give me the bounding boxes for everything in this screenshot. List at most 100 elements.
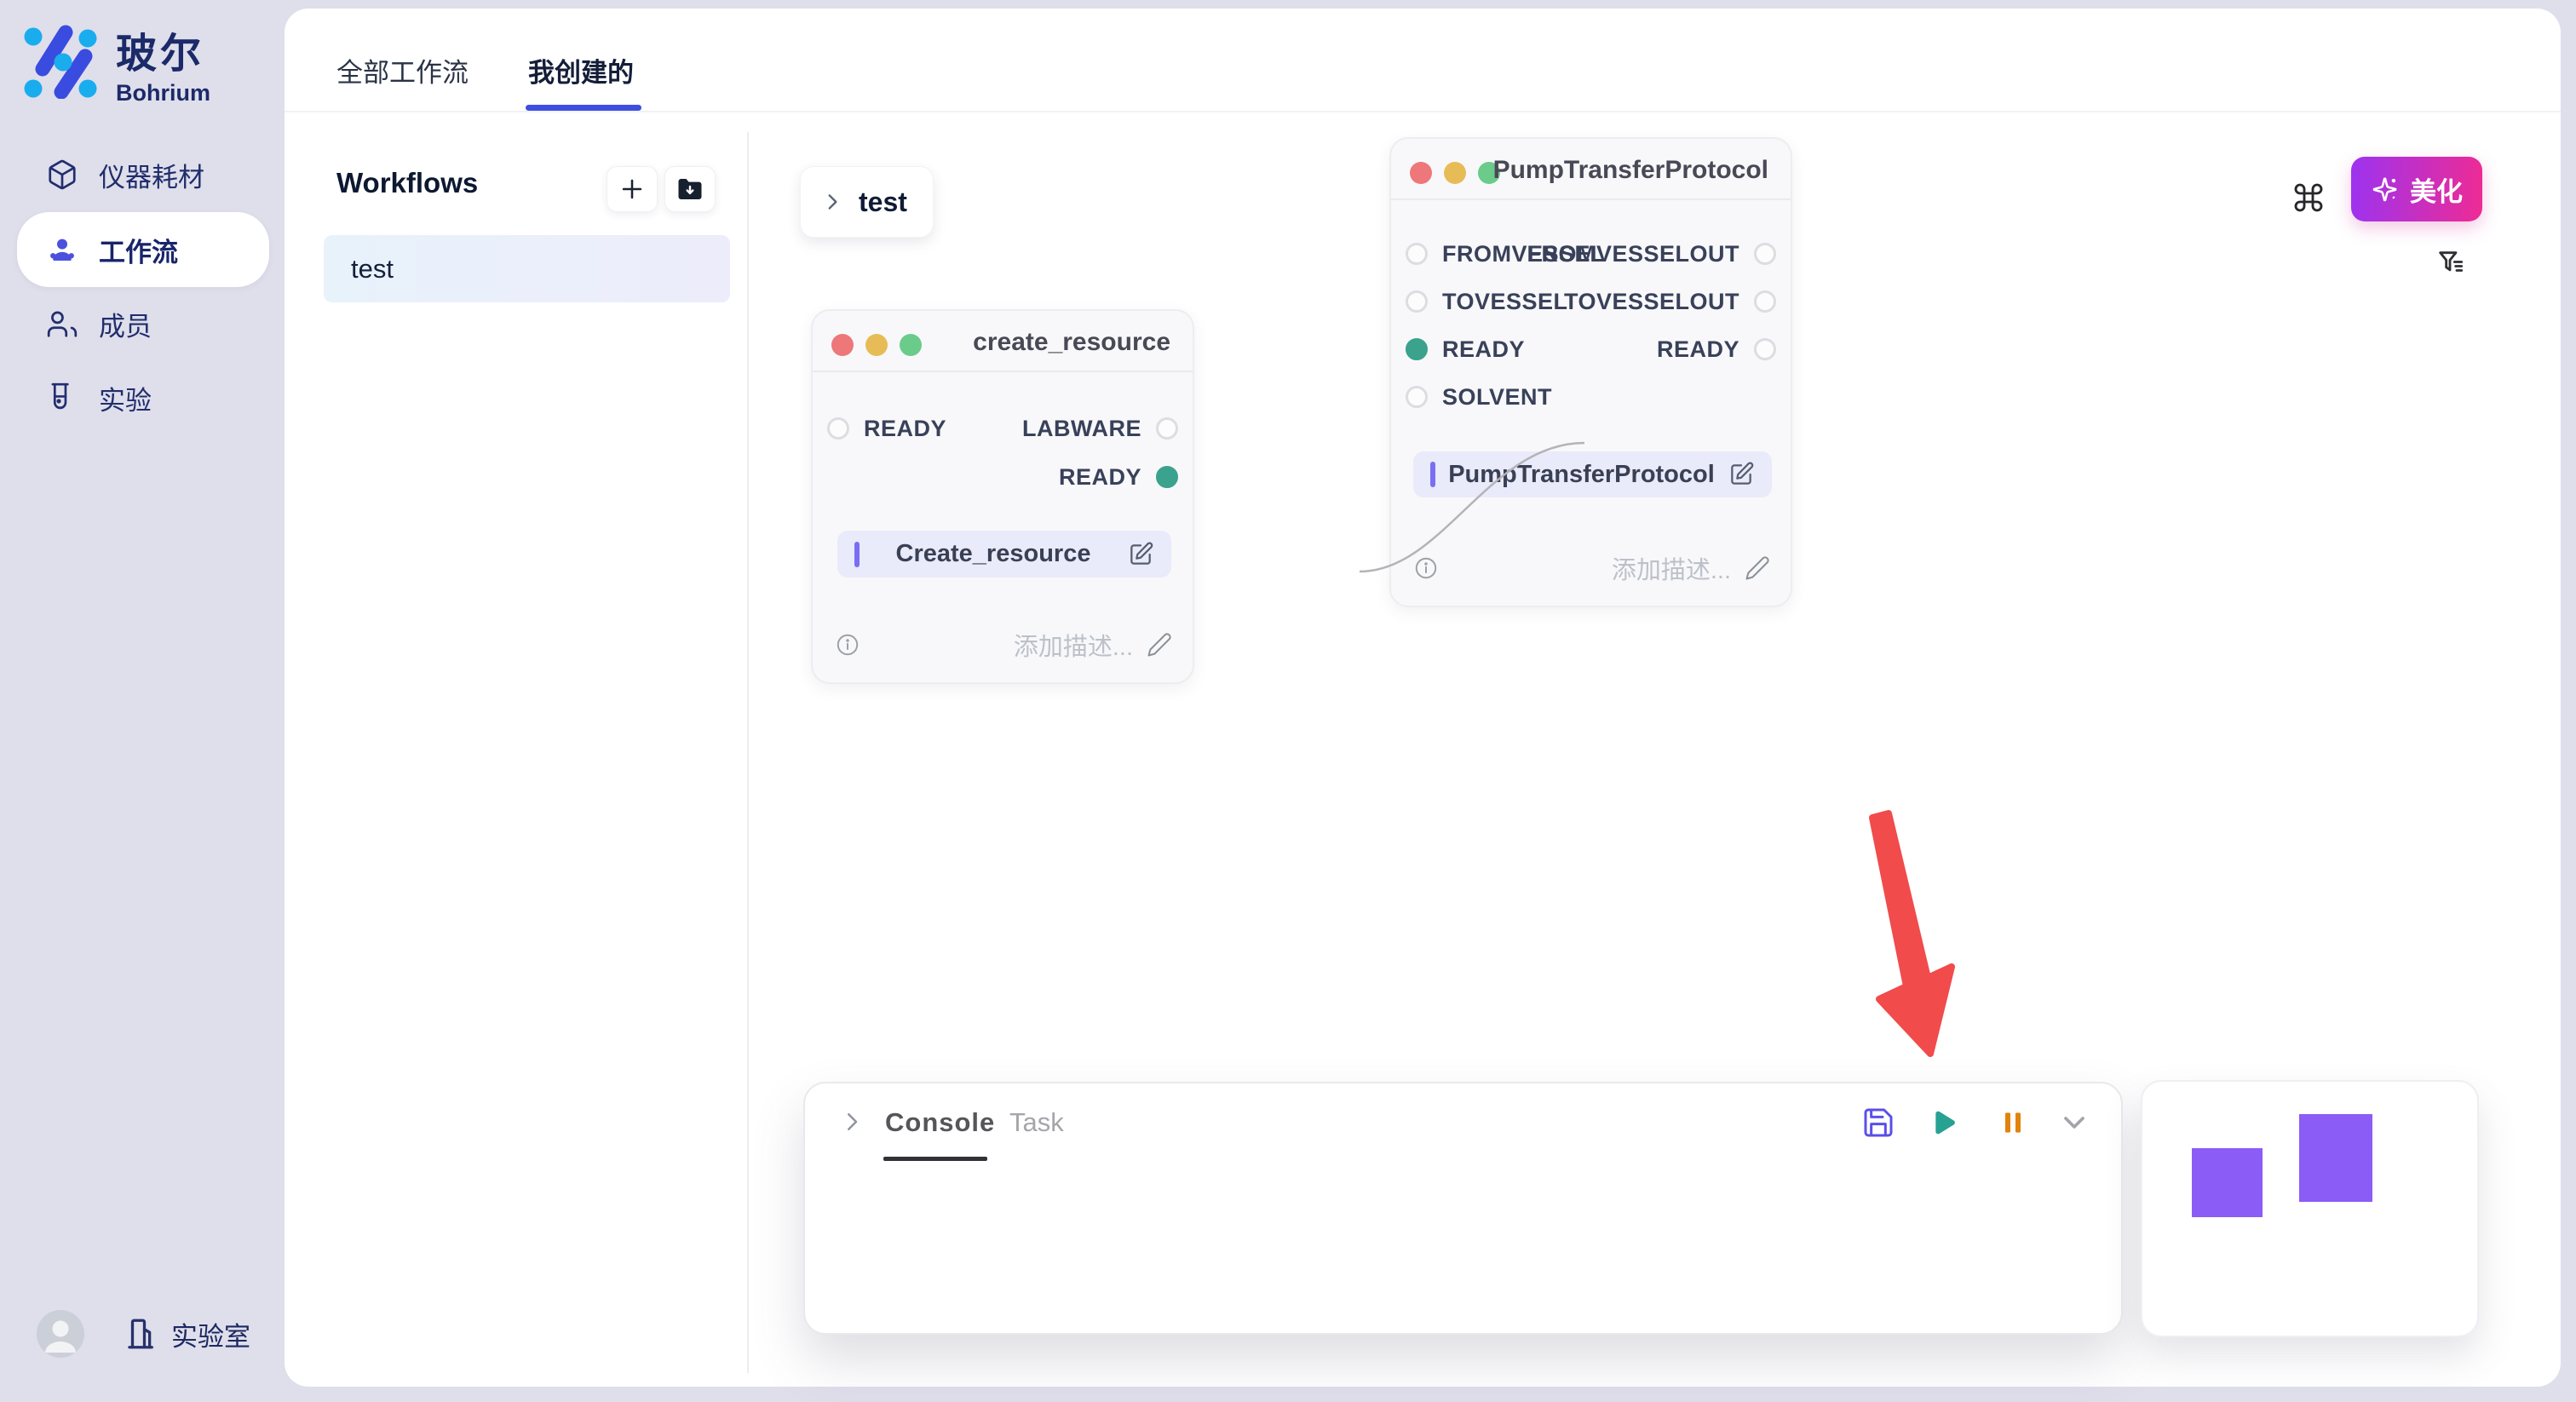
workflow-tabs: 全部工作流 我创建的 (285, 9, 2561, 112)
traffic-dots-icon (1410, 162, 1500, 184)
port-label: READY (1442, 336, 1525, 362)
tab-all-workflows[interactable]: 全部工作流 (336, 51, 469, 89)
port-label: LABWARE (1022, 416, 1141, 441)
input-port-ready[interactable] (1406, 338, 1428, 360)
output-port-labware[interactable] (1156, 417, 1178, 440)
green-dot-icon (900, 334, 922, 356)
main-panel: 全部工作流 我创建的 Workflows test test 美化 (285, 9, 2561, 1387)
users-icon (46, 307, 78, 340)
package-icon (46, 158, 78, 191)
canvas-breadcrumb-test[interactable]: test (800, 166, 934, 238)
panel-divider (747, 132, 749, 1373)
output-port-fromvesselout[interactable] (1754, 243, 1776, 265)
bohrium-logo-icon (24, 24, 99, 99)
filter-icon (2435, 247, 2469, 281)
node-header[interactable]: PumpTransferProtocol (1391, 139, 1791, 200)
sidebar-item-label: 成员 (99, 305, 152, 343)
brand-name-zh: 玻尔 (116, 29, 210, 80)
port-label: READY (1657, 336, 1739, 362)
sidebar-item-label: 实验 (99, 379, 152, 417)
chevron-down-icon[interactable] (2057, 1106, 2091, 1140)
minimap-node-box (2299, 1114, 2372, 1202)
lab-label: 实验室 (171, 1315, 250, 1353)
chevron-right-icon[interactable] (839, 1109, 865, 1135)
yellow-dot-icon (865, 334, 888, 356)
sparkles-icon (2371, 175, 2400, 204)
sidebar: 玻尔 Bohrium 仪器耗材 工作流 成员 (0, 0, 285, 1402)
folder-import-icon (675, 174, 705, 204)
port-label: TOVESSEL (1442, 289, 1568, 314)
add-workflow-button[interactable] (607, 166, 658, 212)
tab-my-created[interactable]: 我创建的 (528, 51, 634, 89)
breadcrumb-label: test (859, 187, 907, 218)
node-header[interactable]: create_resource (813, 311, 1193, 372)
node-function-pill[interactable]: Create_resource (837, 531, 1171, 577)
input-port-fromvessel[interactable] (1406, 243, 1428, 265)
port-label: SOLVENT (1442, 384, 1552, 410)
info-icon[interactable] (835, 632, 860, 658)
pill-label: PumpTransferProtocol (1435, 461, 1728, 489)
test-tube-icon (46, 382, 78, 414)
port-label: READY (864, 416, 946, 441)
pencil-icon[interactable] (1745, 555, 1770, 581)
import-workflow-button[interactable] (664, 166, 716, 212)
workflow-item-label: test (351, 254, 394, 284)
save-icon[interactable] (1861, 1106, 1895, 1140)
node-function-pill[interactable]: PumpTransferProtocol (1413, 451, 1772, 497)
active-tab-underline (526, 105, 641, 111)
sidebar-item-members[interactable]: 成员 (17, 286, 269, 361)
description-placeholder[interactable]: 添加描述... (1612, 550, 1731, 586)
console-tab[interactable]: Console (885, 1107, 995, 1138)
node-create-resource[interactable]: create_resource READY LABWARE READY Crea… (811, 309, 1194, 684)
brand-name-en: Bohrium (116, 80, 210, 106)
people-icon (46, 233, 78, 266)
node-pump-transfer-protocol[interactable]: PumpTransferProtocol FROMVESSEL FROMVESS… (1389, 137, 1792, 607)
node-title: create_resource (973, 328, 1170, 357)
user-avatar[interactable] (37, 1310, 84, 1358)
node-title: PumpTransferProtocol (1493, 156, 1768, 185)
output-port-ready[interactable] (1754, 338, 1776, 360)
output-port-tovesselout[interactable] (1754, 290, 1776, 313)
input-port-ready[interactable] (827, 417, 849, 440)
port-label: FROMVESSELOUT (1527, 241, 1739, 267)
input-port-tovessel[interactable] (1406, 290, 1428, 313)
chevron-right-icon (821, 191, 843, 213)
pause-icon[interactable] (1996, 1106, 2030, 1140)
command-icon (2291, 181, 2326, 215)
edit-icon[interactable] (1127, 541, 1154, 568)
task-tab[interactable]: Task (1009, 1107, 1064, 1138)
edit-icon[interactable] (1728, 461, 1755, 488)
lab-switcher[interactable]: 实验室 (124, 1315, 250, 1353)
sidebar-item-label: 工作流 (99, 231, 178, 269)
plus-icon (618, 175, 647, 204)
port-label: READY (1059, 464, 1141, 490)
console-active-underline (883, 1157, 987, 1161)
workflows-panel-title: Workflows (336, 167, 478, 199)
red-dot-icon (831, 334, 854, 356)
brand-logo: 玻尔 Bohrium (24, 24, 210, 106)
description-placeholder[interactable]: 添加描述... (1014, 627, 1133, 663)
sidebar-item-label: 仪器耗材 (99, 156, 204, 194)
red-dot-icon (1410, 162, 1432, 184)
building-icon (124, 1315, 159, 1353)
output-port-ready[interactable] (1156, 466, 1178, 488)
minimap-node-box (2192, 1148, 2263, 1217)
traffic-dots-icon (831, 334, 922, 356)
console-panel: Console Task (803, 1082, 2123, 1335)
beautify-button[interactable]: 美化 (2351, 157, 2482, 221)
pill-label: Create_resource (860, 540, 1127, 568)
filter-button[interactable] (2435, 247, 2469, 281)
minimap[interactable] (2141, 1080, 2479, 1337)
sidebar-item-workflow[interactable]: 工作流 (17, 212, 269, 287)
info-icon[interactable] (1413, 555, 1439, 581)
console-header: Console Task (805, 1083, 2121, 1162)
sidebar-item-instruments[interactable]: 仪器耗材 (17, 137, 269, 212)
input-port-solvent[interactable] (1406, 386, 1428, 408)
play-icon[interactable] (1924, 1106, 1958, 1140)
person-icon (37, 1310, 84, 1358)
sidebar-item-experiments[interactable]: 实验 (17, 360, 269, 435)
workflow-list-item-test[interactable]: test (324, 235, 730, 302)
yellow-dot-icon (1444, 162, 1466, 184)
pencil-icon[interactable] (1147, 632, 1172, 658)
layout-command-button[interactable] (2291, 181, 2326, 215)
